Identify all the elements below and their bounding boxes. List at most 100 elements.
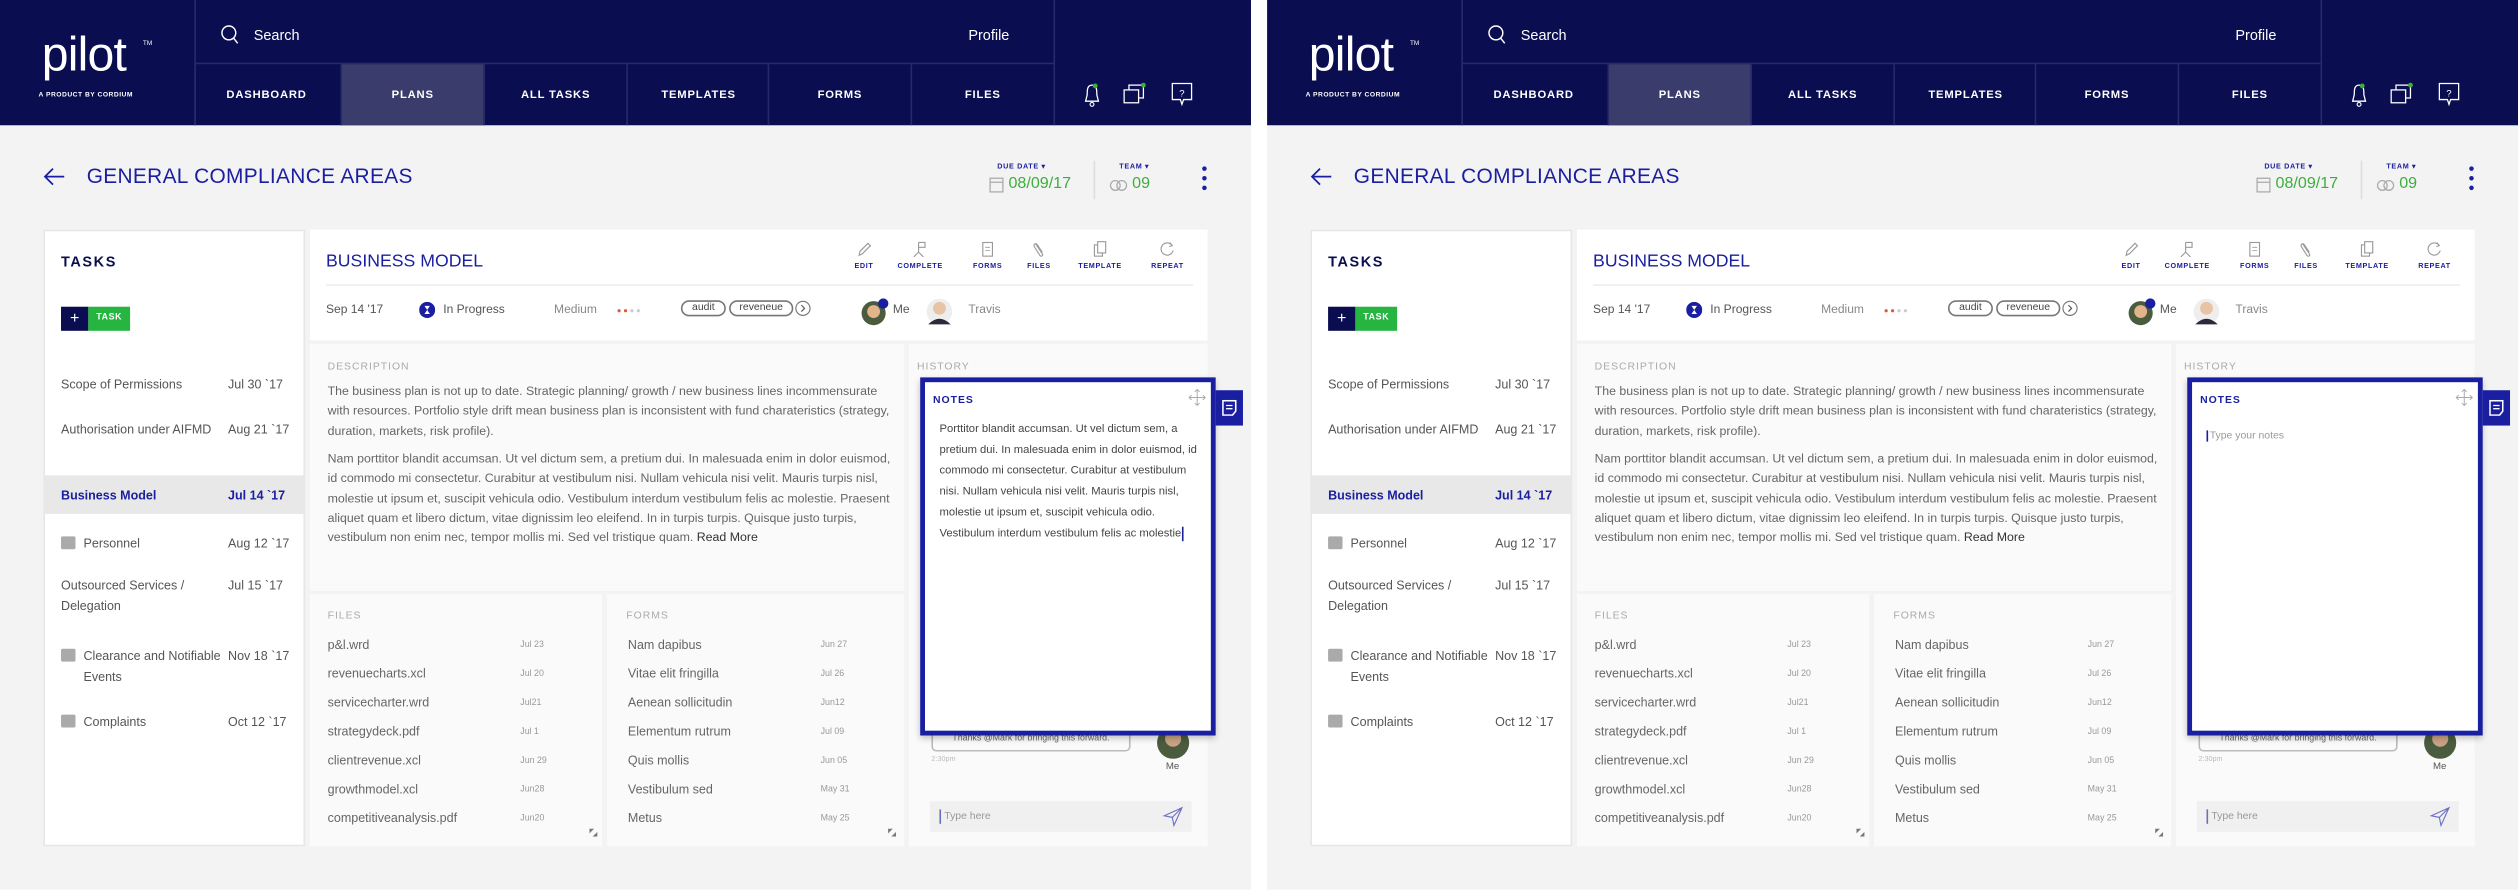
nav-files[interactable]: FILES bbox=[2177, 64, 2321, 126]
nav-forms[interactable]: FORMS bbox=[2034, 64, 2178, 126]
profile-link[interactable]: Profile bbox=[968, 27, 1009, 43]
file-row[interactable]: growthmodel.xcl Jun28 bbox=[328, 777, 585, 806]
more-options-icon[interactable] bbox=[1200, 165, 1210, 191]
task-item[interactable]: Outsourced Services / Delegation Jul 15 `… bbox=[43, 575, 305, 617]
team-label[interactable]: TEAM ▾ bbox=[2386, 162, 2416, 172]
move-icon[interactable] bbox=[2455, 388, 2473, 407]
form-row[interactable]: Vestibulum sed May 31 bbox=[1895, 777, 2152, 806]
move-icon[interactable] bbox=[1188, 388, 1206, 407]
nav-templates[interactable]: TEMPLATES bbox=[626, 64, 769, 126]
help-icon[interactable]: ? bbox=[1171, 82, 1193, 108]
back-arrow-icon[interactable] bbox=[43, 167, 65, 186]
due-date-label[interactable]: DUE DATE ▾ bbox=[2264, 162, 2312, 172]
form-row[interactable]: Metus May 25 bbox=[1895, 806, 2152, 835]
task-item[interactable]: Authorisation under AIFMD Aug 21 `17 bbox=[43, 419, 305, 461]
nav-plans[interactable]: PLANS bbox=[1607, 64, 1751, 126]
task-priority[interactable]: Medium bbox=[1821, 302, 1864, 316]
file-row[interactable]: clientrevenue.xcl Jun 29 bbox=[1595, 748, 1852, 777]
due-date-value[interactable]: 08/09/17 bbox=[1009, 175, 1072, 193]
task-status[interactable]: In Progress bbox=[1710, 302, 1772, 316]
chevron-right-icon[interactable] bbox=[795, 300, 811, 316]
notes-placeholder[interactable]: Type your notes bbox=[2206, 430, 2284, 442]
files-button[interactable]: FILES bbox=[2282, 241, 2330, 270]
file-row[interactable]: servicecharter.wrd Jul21 bbox=[1595, 691, 1852, 720]
chat-input[interactable]: Type here bbox=[2196, 801, 2459, 832]
notes-tab[interactable] bbox=[1215, 390, 1243, 426]
task-item-selected[interactable]: Business Model Jul 14 `17 bbox=[1310, 475, 1573, 514]
form-row[interactable]: Aenean sollicitudin Jun12 bbox=[628, 691, 885, 720]
form-row[interactable]: Quis mollis Jun 05 bbox=[628, 748, 885, 777]
expand-icon[interactable] bbox=[589, 828, 598, 837]
avatar-travis[interactable] bbox=[2192, 297, 2221, 326]
tag-chip[interactable]: audit bbox=[1947, 300, 1993, 317]
bell-icon[interactable] bbox=[1082, 82, 1101, 108]
expand-icon[interactable] bbox=[2155, 828, 2164, 837]
due-date-value[interactable]: 08/09/17 bbox=[2276, 175, 2339, 193]
notes-tab[interactable] bbox=[2482, 390, 2511, 426]
file-row[interactable]: strategydeck.pdf Jul 1 bbox=[328, 719, 585, 748]
task-date[interactable]: Sep 14 '17 bbox=[1593, 302, 1650, 316]
search-icon[interactable] bbox=[220, 24, 239, 45]
task-item[interactable]: Clearance and Notifiable Events Nov 18 `1… bbox=[1310, 646, 1572, 688]
team-label[interactable]: TEAM ▾ bbox=[1119, 162, 1149, 172]
expand-icon[interactable] bbox=[888, 828, 897, 837]
task-status[interactable]: In Progress bbox=[443, 302, 505, 316]
nav-dashboard[interactable]: DASHBOARD bbox=[1461, 64, 1604, 126]
template-button[interactable]: TEMPLATE bbox=[2343, 241, 2391, 270]
read-more-link[interactable]: Read More bbox=[697, 530, 758, 544]
nav-dashboard[interactable]: DASHBOARD bbox=[194, 64, 337, 126]
nav-plans[interactable]: PLANS bbox=[340, 64, 484, 126]
chat-icon[interactable] bbox=[1123, 82, 1149, 108]
task-date[interactable]: Sep 14 '17 bbox=[326, 302, 383, 316]
nav-all-tasks[interactable]: ALL TASKS bbox=[1750, 64, 1893, 126]
form-row[interactable]: Quis mollis Jun 05 bbox=[1895, 748, 2152, 777]
nav-templates[interactable]: TEMPLATES bbox=[1893, 64, 2036, 126]
form-row[interactable]: Elementum rutrum Jul 09 bbox=[628, 719, 885, 748]
task-item[interactable]: Personnel Aug 12 `17 bbox=[1310, 533, 1572, 555]
tag-chip[interactable]: reveneue bbox=[1996, 300, 2061, 317]
chevron-right-icon[interactable] bbox=[2062, 300, 2078, 316]
form-row[interactable]: Vitae elit fringilla Jul 26 bbox=[1895, 662, 2152, 691]
send-icon[interactable] bbox=[2429, 806, 2451, 828]
file-row[interactable]: competitiveanalysis.pdf Jun20 bbox=[328, 806, 585, 835]
pilot-logo[interactable]: pilot bbox=[42, 29, 127, 84]
file-row[interactable]: servicecharter.wrd Jul21 bbox=[328, 691, 585, 720]
notes-popover[interactable]: NOTES Porttitor blandit accumsan. Ut vel… bbox=[920, 377, 1216, 736]
profile-link[interactable]: Profile bbox=[2235, 27, 2276, 43]
files-button[interactable]: FILES bbox=[1015, 241, 1063, 270]
avatar-me[interactable] bbox=[861, 297, 890, 326]
task-item[interactable]: Personnel Aug 12 `17 bbox=[43, 533, 305, 555]
edit-button[interactable]: EDIT bbox=[2107, 241, 2155, 270]
task-item[interactable]: Scope of Permissions Jul 30 `17 bbox=[1310, 374, 1572, 396]
complete-button[interactable]: COMPLETE bbox=[2163, 241, 2211, 270]
nav-all-tasks[interactable]: ALL TASKS bbox=[483, 64, 626, 126]
form-row[interactable]: Vitae elit fringilla Jul 26 bbox=[628, 662, 885, 691]
back-arrow-icon[interactable] bbox=[1310, 167, 1332, 186]
template-button[interactable]: TEMPLATE bbox=[1076, 241, 1124, 270]
send-icon[interactable] bbox=[1162, 806, 1184, 828]
tag-chip[interactable]: audit bbox=[680, 300, 726, 317]
nav-forms[interactable]: FORMS bbox=[767, 64, 911, 126]
file-row[interactable]: p&l.wrd Jul 23 bbox=[1595, 633, 1852, 662]
form-row[interactable]: Aenean sollicitudin Jun12 bbox=[1895, 691, 2152, 720]
file-row[interactable]: competitiveanalysis.pdf Jun20 bbox=[1595, 806, 1852, 835]
due-date-label[interactable]: DUE DATE ▾ bbox=[997, 162, 1045, 172]
form-row[interactable]: Elementum rutrum Jul 09 bbox=[1895, 719, 2152, 748]
file-row[interactable]: revenuecharts.xcl Jul 20 bbox=[1595, 662, 1852, 691]
file-row[interactable]: strategydeck.pdf Jul 1 bbox=[1595, 719, 1852, 748]
file-row[interactable]: revenuecharts.xcl Jul 20 bbox=[328, 662, 585, 691]
search-input[interactable]: Search bbox=[254, 27, 300, 43]
help-icon[interactable]: ? bbox=[2438, 82, 2460, 108]
nav-files[interactable]: FILES bbox=[910, 64, 1054, 126]
task-item[interactable]: Complaints Oct 12 `17 bbox=[1310, 711, 1572, 733]
search-icon[interactable] bbox=[1487, 24, 1506, 45]
notes-text-area[interactable]: Porttitor blandit accumsan. Ut vel dictu… bbox=[939, 419, 1202, 545]
task-item[interactable]: Clearance and Notifiable Events Nov 18 `1… bbox=[43, 646, 305, 688]
forms-button[interactable]: FORMS bbox=[2231, 241, 2279, 270]
pilot-logo[interactable]: pilot bbox=[1309, 29, 1394, 84]
form-row[interactable]: Vestibulum sed May 31 bbox=[628, 777, 885, 806]
add-task-button[interactable]: + TASK bbox=[61, 306, 131, 331]
repeat-button[interactable]: REPEAT bbox=[2410, 241, 2458, 270]
form-row[interactable]: Metus May 25 bbox=[628, 806, 885, 835]
task-item[interactable]: Scope of Permissions Jul 30 `17 bbox=[43, 374, 305, 396]
